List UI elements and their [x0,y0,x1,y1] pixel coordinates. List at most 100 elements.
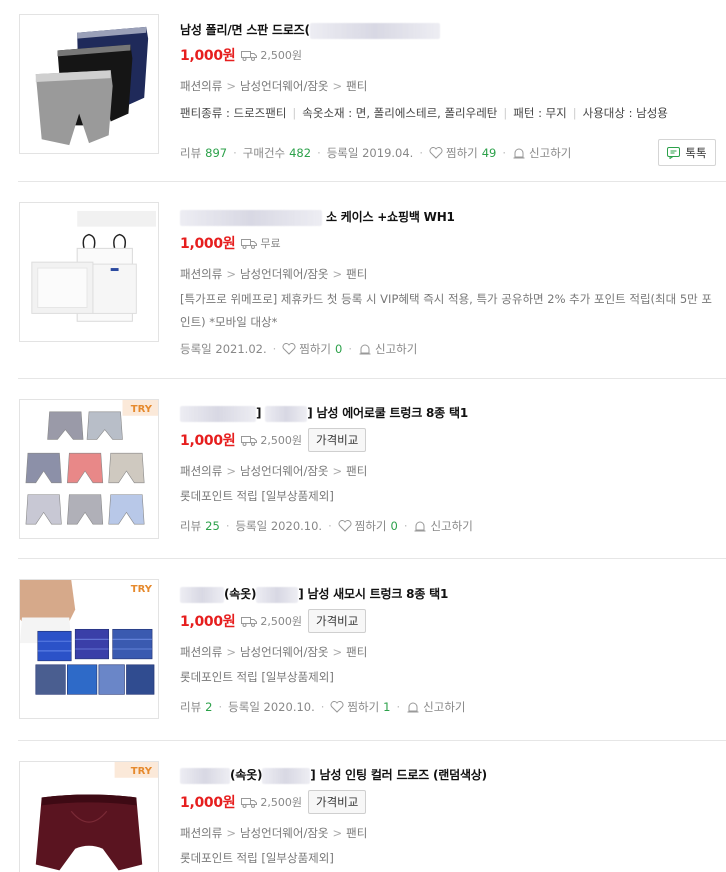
product-thumbnail[interactable]: TRY [19,399,159,539]
review-label[interactable]: 리뷰 [180,518,201,534]
category-level-3[interactable]: 팬티 [346,645,367,659]
product-title[interactable]: ] ] 남성 에어로쿨 트렁크 8종 택1 [180,404,468,422]
category-level-3[interactable]: 팬티 [346,267,367,281]
spec-item: 패턴 : 무지 [513,106,567,120]
siren-icon[interactable] [413,520,427,532]
price: 1,000원 [180,48,236,64]
register-date: 등록일 2020.10. [228,700,315,714]
truck-icon [241,797,258,808]
heart-icon[interactable] [429,147,443,159]
product-title[interactable]: (속옷) ] 남성 인팅 컬러 드로즈 (랜덤색상) [180,766,487,784]
category-level-1[interactable]: 패션의류 [180,79,222,93]
siren-icon[interactable] [358,343,372,355]
product-thumbnail[interactable]: TRY [19,761,159,872]
heart-icon[interactable] [338,520,352,532]
product-description: 롯데포인트 적립 [일부상품제외] [180,670,334,684]
review-label[interactable]: 리뷰 [180,145,201,161]
wish-button[interactable]: 찜하기 [299,341,331,357]
truck-icon [241,435,258,446]
price-row: 1,000원 무료 [180,233,281,253]
siren-icon[interactable] [406,701,420,713]
wish-button[interactable]: 찜하기 [446,145,478,161]
redacted-text [256,586,299,603]
product-title-fragment[interactable]: (속옷) [230,768,262,782]
report-button[interactable]: 신고하기 [430,518,472,534]
shipping-text: 2,500원 [260,615,302,628]
item-divider [18,558,726,559]
category-level-1[interactable]: 패션의류 [180,267,222,281]
truck-icon [241,50,258,61]
spec-item: 사용대상 : 남성용 [582,106,668,120]
product-specs: 팬티종류 : 드로즈팬티 | 속옷소재 : 면, 폴리에스테르, 폴리우레탄 | 패턴 … [180,106,668,120]
register-date: 등록일 2021.02. [180,342,267,356]
report-button[interactable]: 신고하기 [423,699,465,715]
price-compare-button[interactable]: 가격비교 [308,609,367,633]
category-level-3[interactable]: 팬티 [346,464,367,478]
category-level-3[interactable]: 팬티 [346,79,367,93]
product-thumbnail[interactable] [19,202,159,342]
truck-icon [241,238,258,249]
category-level-3[interactable]: 팬티 [346,826,367,840]
price-compare-button[interactable]: 가격비교 [308,428,367,452]
product-thumbnail[interactable] [19,14,159,154]
price: 1,000원 [180,433,236,449]
try-badge: TRY [130,766,152,777]
register-date: 등록일 2020.10. [235,519,323,533]
product-title-text[interactable]: 소 케이스 +쇼핑백 WH1 [326,210,455,224]
product-title-text[interactable]: ] 남성 에어로쿨 트렁크 8종 택1 [307,406,468,420]
product-title-fragment[interactable]: (속옷) [224,587,256,601]
shipping-text: 2,500원 [260,49,302,62]
wish-count: 1 [383,700,391,714]
shipping-text: 2,500원 [260,796,302,809]
purchase-label: 구매건수 [242,146,286,160]
shipping-fee: 무료 [241,235,281,251]
price-compare-button[interactable]: 가격비교 [308,790,367,814]
wish-button[interactable]: 찜하기 [347,699,379,715]
category-level-1[interactable]: 패션의류 [180,464,222,478]
category-level-1[interactable]: 패션의류 [180,645,222,659]
category-level-2[interactable]: 남성언더웨어/잠옷 [240,267,329,281]
redacted-text [265,405,308,422]
category-breadcrumb: 패션의류 > 남성언더웨어/잠옷 > 팬티 [180,826,368,840]
talk-bubble-icon [667,146,681,159]
product-meta: 리뷰 897 · 구매건수 482 · 등록일 2019.04. · 찜하기 49 ·… [180,145,572,161]
category-level-1[interactable]: 패션의류 [180,826,222,840]
product-title-text[interactable]: ] 남성 인팅 컬러 드로즈 (랜덤색상) [310,768,487,782]
heart-icon[interactable] [330,701,344,713]
register-date: 등록일 2019.04. [326,146,414,160]
product-title-text[interactable]: 남성 폴리/면 스판 드로즈( [180,23,310,37]
product-description: 롯데포인트 적립 [일부상품제외] [180,851,334,865]
item-divider [18,181,726,182]
redacted-text [180,209,322,226]
category-level-2[interactable]: 남성언더웨어/잠옷 [240,464,329,478]
report-button[interactable]: 신고하기 [375,341,417,357]
report-button[interactable]: 신고하기 [529,145,571,161]
siren-icon[interactable] [512,147,526,159]
wish-button[interactable]: 찜하기 [355,518,387,534]
review-count[interactable]: 897 [205,146,227,160]
review-count[interactable]: 2 [205,700,212,714]
redacted-text [180,767,230,784]
category-level-2[interactable]: 남성언더웨어/잠옷 [240,826,329,840]
shipping-fee: 2,500원 [241,47,302,63]
review-label[interactable]: 리뷰 [180,699,201,715]
product-description: [특가프로 위메프로] 제휴카드 첫 등록 시 VIP혜택 즉시 적용, 특가 … [180,292,712,329]
product-title-fragment[interactable]: ] [256,406,262,420]
product-thumbnail[interactable]: TRY [19,579,159,719]
price-row: 1,000원 2,500원 가격비교 [180,609,367,633]
talktalk-button[interactable]: 톡톡 [658,139,716,166]
category-breadcrumb: 패션의류 > 남성언더웨어/잠옷 > 팬티 [180,79,368,93]
wish-count: 49 [481,146,497,160]
product-title[interactable]: (속옷) ] 남성 새모시 트렁크 8종 택1 [180,585,448,603]
shipping-fee: 2,500원 [241,432,302,448]
price: 1,000원 [180,614,236,630]
category-level-2[interactable]: 남성언더웨어/잠옷 [240,79,329,93]
heart-icon[interactable] [282,343,296,355]
spec-item: 속옷소재 : 면, 폴리에스테르, 폴리우레탄 [302,106,498,120]
category-level-2[interactable]: 남성언더웨어/잠옷 [240,645,329,659]
product-meta: 리뷰 25 · 등록일 2020.10. · 찜하기 0 · 신고하기 [180,518,473,534]
product-title[interactable]: 소 케이스 +쇼핑백 WH1 [180,208,455,226]
review-count[interactable]: 25 [205,519,220,533]
product-title-text[interactable]: ] 남성 새모시 트렁크 8종 택1 [298,587,448,601]
product-title[interactable]: 남성 폴리/면 스판 드로즈( [180,21,440,39]
